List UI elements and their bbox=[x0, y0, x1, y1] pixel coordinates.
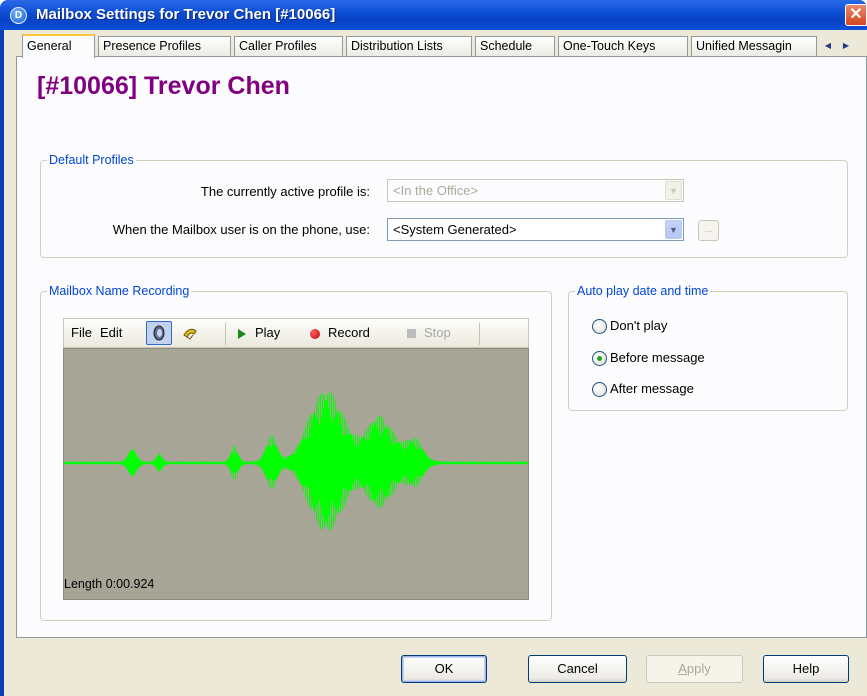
apply-button: Apply bbox=[646, 655, 743, 683]
group-legend: Default Profiles bbox=[47, 153, 136, 167]
stop-button: Stop bbox=[407, 325, 451, 340]
tab-schedule[interactable]: Schedule bbox=[475, 36, 555, 56]
tab-scroll-right-icon[interactable]: ▶ bbox=[838, 39, 854, 53]
page-title: [#10066] Trevor Chen bbox=[37, 72, 290, 100]
tab-label: Unified Messagin bbox=[696, 39, 792, 53]
tab-label: Presence Profiles bbox=[103, 39, 201, 53]
profile-details-button: ... bbox=[698, 220, 719, 241]
tab-presence-profiles[interactable]: Presence Profiles bbox=[98, 36, 231, 56]
play-label: Play bbox=[255, 325, 281, 340]
active-profile-label: The currently active profile is: bbox=[200, 184, 370, 199]
group-legend: Auto play date and time bbox=[575, 284, 711, 298]
waveform-trace bbox=[64, 392, 528, 531]
cancel-button[interactable]: Cancel bbox=[528, 655, 627, 683]
waveform-display[interactable]: Length 0:00.924 bbox=[63, 348, 529, 600]
phone-icon bbox=[183, 328, 197, 340]
tab-general[interactable]: General bbox=[22, 34, 95, 58]
tab-label: General bbox=[27, 39, 72, 53]
default-profiles-group: Default Profiles bbox=[40, 153, 848, 258]
radio-before-message[interactable]: Before message bbox=[592, 350, 705, 367]
close-button[interactable]: ✕ bbox=[845, 4, 867, 26]
on-phone-profile-select[interactable]: <System Generated> ▼ bbox=[387, 218, 684, 241]
record-icon bbox=[310, 328, 320, 339]
tab-strip: General Presence Profiles Caller Profile… bbox=[16, 34, 867, 58]
record-label: Record bbox=[328, 325, 370, 340]
tab-one-touch-keys[interactable]: One-Touch Keys bbox=[558, 36, 688, 56]
tab-unified-messaging[interactable]: Unified Messagin bbox=[691, 36, 817, 56]
tab-label: Schedule bbox=[480, 39, 533, 53]
stop-label: Stop bbox=[424, 325, 451, 340]
title-bar[interactable]: D Mailbox Settings for Trevor Chen [#100… bbox=[0, 0, 867, 30]
radio-dont-play[interactable]: Don't play bbox=[592, 318, 668, 335]
app-icon: D bbox=[10, 7, 27, 24]
speaker-toggle-button[interactable] bbox=[146, 321, 172, 345]
radio-button[interactable] bbox=[592, 382, 607, 398]
radio-label: After message bbox=[610, 381, 694, 396]
radio-after-message[interactable]: After message bbox=[592, 381, 694, 398]
group-legend: Mailbox Name Recording bbox=[47, 284, 192, 298]
radio-label: Don't play bbox=[610, 318, 668, 333]
toolbar-divider bbox=[479, 323, 480, 345]
record-button[interactable]: Record bbox=[310, 325, 370, 340]
radio-button[interactable] bbox=[592, 319, 607, 335]
chevron-down-icon[interactable]: ▼ bbox=[665, 220, 682, 239]
chevron-down-icon: ▼ bbox=[665, 181, 682, 200]
stop-icon bbox=[407, 329, 416, 339]
file-menu[interactable]: File bbox=[71, 325, 92, 340]
phone-toggle-button[interactable] bbox=[177, 321, 203, 345]
active-profile-select: <In the Office> ▼ bbox=[387, 179, 684, 202]
ok-button[interactable]: OK bbox=[401, 655, 487, 683]
radio-label: Before message bbox=[610, 350, 705, 365]
on-phone-profile-label: When the Mailbox user is on the phone, u… bbox=[112, 222, 370, 237]
select-value: <System Generated> bbox=[393, 222, 517, 237]
play-icon bbox=[238, 328, 246, 339]
tab-caller-profiles[interactable]: Caller Profiles bbox=[234, 36, 343, 56]
recording-toolbar: File Edit Play Record Stop bbox=[63, 318, 529, 348]
select-value: <In the Office> bbox=[393, 183, 479, 198]
tab-label: One-Touch Keys bbox=[563, 39, 656, 53]
apply-label: pply bbox=[686, 661, 711, 676]
play-button[interactable]: Play bbox=[238, 325, 280, 340]
speaker-icon bbox=[153, 325, 165, 341]
toolbar-divider bbox=[225, 323, 226, 345]
tab-scroll-left-icon[interactable]: ◀ bbox=[820, 39, 836, 53]
apply-mnemonic: A bbox=[678, 661, 687, 676]
window-title: Mailbox Settings for Trevor Chen [#10066… bbox=[36, 6, 336, 23]
help-button[interactable]: Help bbox=[763, 655, 849, 683]
edit-menu[interactable]: Edit bbox=[100, 325, 122, 340]
tab-label: Caller Profiles bbox=[239, 39, 317, 53]
radio-button[interactable] bbox=[592, 351, 607, 367]
tab-distribution-lists[interactable]: Distribution Lists bbox=[346, 36, 472, 56]
recording-length: Length 0:00.924 bbox=[64, 577, 155, 591]
tab-label: Distribution Lists bbox=[351, 39, 443, 53]
waveform bbox=[64, 392, 528, 531]
